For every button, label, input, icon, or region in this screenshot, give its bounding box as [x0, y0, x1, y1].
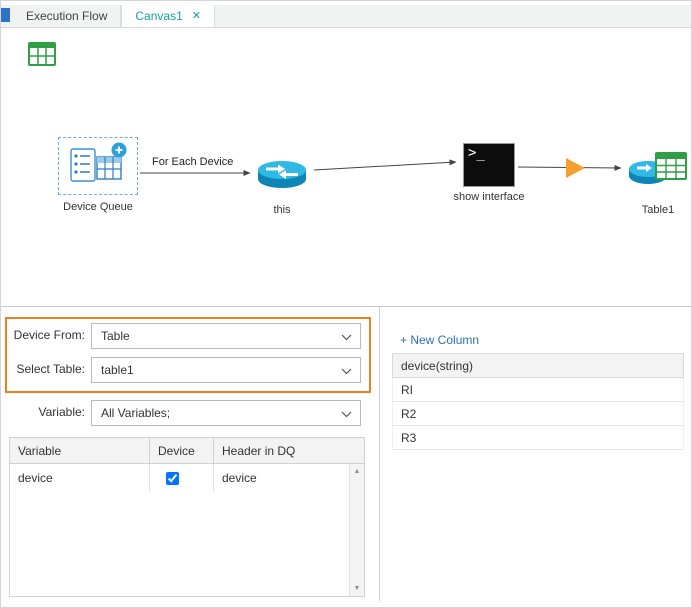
node-this-router[interactable]: [256, 154, 308, 195]
variable-cell: device: [10, 464, 150, 492]
device-checkbox[interactable]: [166, 472, 179, 485]
node-device-queue-label: Device Queue: [38, 201, 158, 213]
device-from-label: Device From:: [1, 328, 85, 342]
tab-execution-flow[interactable]: Execution Flow: [13, 5, 121, 27]
node-show-interface-terminal[interactable]: >_: [463, 143, 515, 187]
node-table1-label: Table1: [627, 204, 689, 216]
table-row[interactable]: device device: [10, 464, 364, 492]
node-table1[interactable]: [628, 148, 690, 197]
tab-execution-flow-label: Execution Flow: [26, 9, 107, 23]
tab-canvas1[interactable]: Canvas1 ✕: [121, 5, 215, 27]
table-row[interactable]: R2: [392, 402, 684, 426]
scroll-down-icon[interactable]: ▼: [350, 581, 364, 596]
header-in-dq-cell: device: [214, 464, 364, 492]
chevron-down-icon: [341, 411, 352, 418]
device-queue-icon: [67, 141, 129, 192]
variable-table: Variable Device Header in DQ device devi…: [9, 437, 365, 597]
scroll-up-icon[interactable]: ▲: [350, 464, 364, 479]
variable-label: Variable:: [1, 405, 85, 419]
edge-label-for-each-device: For Each Device: [152, 156, 233, 168]
select-table-value: table1: [101, 363, 134, 377]
device-from-select[interactable]: Table: [91, 323, 361, 349]
vertical-scrollbar[interactable]: ▲ ▼: [349, 464, 364, 596]
device-column-header[interactable]: device(string): [392, 353, 684, 378]
variable-value: All Variables;: [101, 406, 170, 420]
terminal-prompt-icon: >_: [468, 145, 485, 161]
tab-canvas1-label: Canvas1: [135, 9, 182, 23]
table-editor-panel: + New Column device(string) RI R2 R3: [380, 307, 692, 601]
chevron-down-icon: [341, 368, 352, 375]
node-show-interface-label: show interface: [444, 191, 534, 203]
device-from-value: Table: [101, 329, 130, 343]
node-device-queue[interactable]: [58, 137, 138, 195]
device-table: device(string) RI R2 R3: [392, 353, 684, 450]
select-table-label: Select Table:: [1, 362, 85, 376]
variable-table-header: Variable Device Header in DQ: [10, 438, 364, 464]
node-this-label: this: [252, 204, 312, 216]
app-window: Execution Flow Canvas1 ✕: [0, 0, 692, 608]
table-row[interactable]: R3: [392, 426, 684, 450]
device-cell: [150, 464, 214, 492]
window-accent: [1, 8, 10, 22]
close-icon[interactable]: ✕: [192, 11, 201, 22]
table-row[interactable]: RI: [392, 378, 684, 402]
canvas-table-icon[interactable]: [27, 39, 57, 74]
column-header-device: Device: [150, 438, 214, 463]
chevron-down-icon: [341, 334, 352, 341]
orange-arrow-icon: [566, 158, 585, 178]
column-header-header-in-dq: Header in DQ: [214, 438, 364, 463]
new-column-link[interactable]: + New Column: [400, 333, 479, 347]
variable-select[interactable]: All Variables;: [91, 400, 361, 426]
column-header-variable: Variable: [10, 438, 150, 463]
flow-canvas[interactable]: Device Queue For Each Device this >_ sho…: [1, 29, 692, 306]
tab-bar: Execution Flow Canvas1 ✕: [1, 5, 692, 28]
select-table-select[interactable]: table1: [91, 357, 361, 383]
bottom-pane: Device From: Table Select Table: table1 …: [1, 306, 692, 601]
